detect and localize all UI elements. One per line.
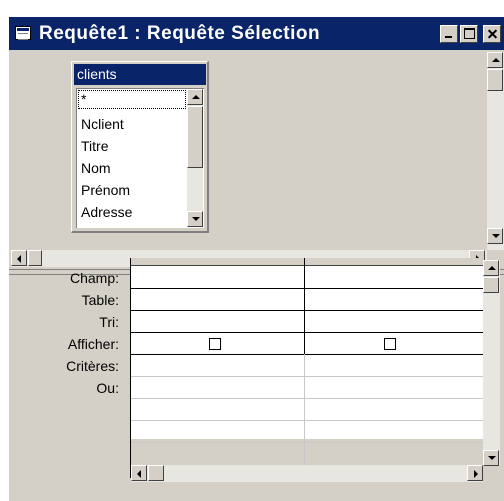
field-list-scroll-thumb[interactable] xyxy=(187,106,203,168)
cell-champ-col2[interactable] xyxy=(305,267,484,288)
arrow-up-icon xyxy=(192,95,200,99)
field-item-all[interactable]: * xyxy=(78,90,186,109)
row-label-table: Table: xyxy=(81,292,119,308)
maximize-button[interactable] xyxy=(460,25,478,43)
query-window: Requête1 : Requête Sélection clients * N… xyxy=(8,16,504,501)
cell-ou-col1[interactable] xyxy=(131,377,304,398)
table-pane-hscroll-thumb[interactable] xyxy=(28,250,42,266)
table-pane-scroll-up-button[interactable] xyxy=(487,52,503,68)
cell-ou-col2[interactable] xyxy=(305,377,484,398)
grid-vscroll-thumb[interactable] xyxy=(483,277,499,293)
grid-horizontal-scrollbar[interactable] xyxy=(131,465,483,482)
cell-tri-col1[interactable] xyxy=(131,311,304,332)
grid-scroll-down-button[interactable] xyxy=(483,450,499,466)
arrow-right-icon xyxy=(474,470,478,478)
row-label-champ: Champ: xyxy=(69,270,119,286)
minimize-button[interactable] xyxy=(440,25,458,43)
grid-scroll-right-button[interactable] xyxy=(467,465,483,481)
grid-line xyxy=(130,420,484,421)
row-label-afficher: Afficher: xyxy=(67,336,119,352)
arrow-down-icon xyxy=(192,217,200,221)
query-window-icon[interactable] xyxy=(15,26,31,40)
afficher-checkbox-col1[interactable] xyxy=(209,338,221,350)
table-pane-vscroll-thumb[interactable] xyxy=(487,69,503,91)
table-pane-vertical-scrollbar[interactable] xyxy=(487,52,504,250)
arrow-down-icon xyxy=(488,456,496,460)
cell-criteres-col2[interactable] xyxy=(305,355,484,376)
field-list-scroll-down-button[interactable] xyxy=(187,211,203,227)
window-title: Requête1 : Requête Sélection xyxy=(39,23,321,44)
grid-line xyxy=(130,442,484,443)
field-item-titre[interactable]: Titre xyxy=(81,138,108,154)
arrow-up-icon xyxy=(492,58,500,62)
arrow-left-icon xyxy=(137,470,141,478)
row-label-criteres: Critères: xyxy=(66,358,119,374)
arrow-up-icon xyxy=(488,266,496,270)
field-list-scroll-up-button[interactable] xyxy=(187,89,203,105)
title-bar[interactable]: Requête1 : Requête Sélection xyxy=(9,17,504,50)
close-button[interactable] xyxy=(483,25,501,43)
column-selector-bar[interactable] xyxy=(130,258,484,266)
grid-vertical-scrollbar[interactable] xyxy=(483,260,500,466)
table-pane-scroll-down-button[interactable] xyxy=(487,228,503,244)
row-label-ou: Ou: xyxy=(96,380,119,396)
cell-tri-col2[interactable] xyxy=(305,311,484,332)
grid-scroll-up-button[interactable] xyxy=(483,260,499,276)
cell-table-col2[interactable] xyxy=(305,289,484,310)
grid-line xyxy=(130,332,484,333)
field-item-prenom[interactable]: Prénom xyxy=(81,182,130,198)
grid-scroll-left-button[interactable] xyxy=(131,465,147,481)
cell-table-col1[interactable] xyxy=(131,289,304,310)
cell-champ-col1[interactable] xyxy=(131,267,304,288)
table-box-title[interactable]: clients xyxy=(74,64,206,85)
arrow-left-icon xyxy=(17,255,21,263)
afficher-checkbox-col2[interactable] xyxy=(384,338,396,350)
grid-hscroll-thumb[interactable] xyxy=(148,465,164,481)
table-box-clients[interactable]: clients * Nclient Titre Nom Prénom Adres… xyxy=(71,61,209,233)
arrow-down-icon xyxy=(492,234,500,238)
design-grid[interactable] xyxy=(130,258,484,478)
row-label-tri: Tri: xyxy=(99,314,119,330)
field-item-nclient[interactable]: Nclient xyxy=(81,116,124,132)
field-list-scrollbar[interactable] xyxy=(187,89,203,227)
cell-criteres-col1[interactable] xyxy=(131,355,304,376)
field-item-nom[interactable]: Nom xyxy=(81,160,111,176)
grid-line xyxy=(130,398,484,399)
table-pane-scroll-left-button[interactable] xyxy=(11,250,27,266)
field-list[interactable]: * Nclient Titre Nom Prénom Adresse xyxy=(76,88,204,228)
field-item-adresse[interactable]: Adresse xyxy=(81,204,132,220)
